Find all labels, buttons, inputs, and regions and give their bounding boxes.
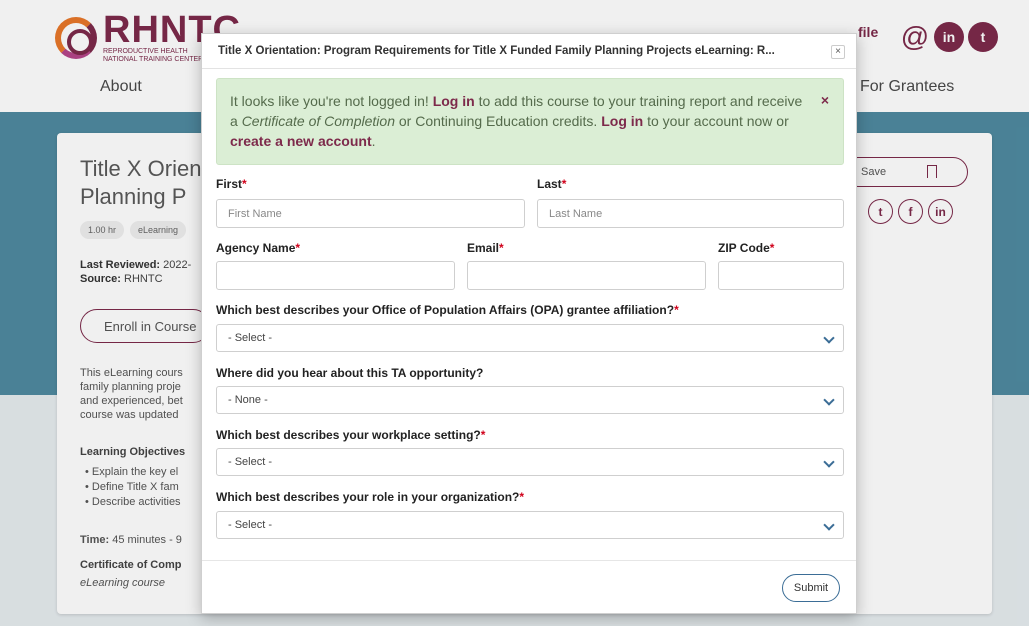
email-label: Email* (467, 241, 504, 255)
chevron-down-icon (823, 332, 835, 344)
registration-modal: Title X Orientation: Program Requirement… (201, 33, 857, 614)
modal-titlebar: Title X Orientation: Program Requirement… (202, 34, 856, 69)
modal-footer-divider (202, 560, 856, 561)
agency-name-input[interactable] (216, 261, 455, 290)
close-icon[interactable]: × (831, 45, 845, 59)
agency-name-label: Agency Name* (216, 241, 301, 255)
opa-affiliation-select[interactable]: - Select - (216, 324, 844, 352)
chevron-down-icon (823, 394, 835, 406)
organization-role-label: Which best describes your role in your o… (216, 490, 525, 504)
alert-close-icon[interactable]: × (821, 90, 829, 110)
chevron-down-icon (823, 519, 835, 531)
opa-affiliation-label: Which best describes your Office of Popu… (216, 303, 679, 317)
login-link-2[interactable]: Log in (601, 113, 643, 129)
email-input[interactable] (467, 261, 706, 290)
zip-code-input[interactable] (718, 261, 844, 290)
organization-role-select[interactable]: - Select - (216, 511, 844, 539)
modal-title: Title X Orientation: Program Requirement… (218, 45, 775, 57)
workplace-setting-label: Which best describes your workplace sett… (216, 428, 486, 442)
ta-source-select[interactable]: - None - (216, 386, 844, 414)
ta-source-label: Where did you hear about this TA opportu… (216, 366, 484, 380)
submit-button[interactable]: Submit (782, 574, 840, 602)
login-alert: It looks like you're not logged in! Log … (216, 78, 844, 165)
workplace-setting-select[interactable]: - Select - (216, 448, 844, 476)
last-name-input[interactable] (537, 199, 844, 228)
login-link[interactable]: Log in (433, 93, 475, 109)
create-account-link[interactable]: create a new account (230, 133, 372, 149)
first-name-label: First* (216, 177, 247, 191)
first-name-input[interactable] (216, 199, 525, 228)
last-name-label: Last* (537, 177, 567, 191)
chevron-down-icon (823, 456, 835, 468)
zip-code-label: ZIP Code* (718, 241, 775, 255)
